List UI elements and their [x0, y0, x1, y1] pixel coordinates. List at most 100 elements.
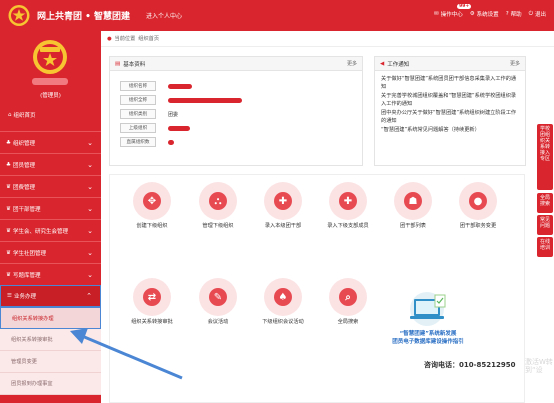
- chevron-down-icon: ⌄: [87, 182, 93, 191]
- fn-cadre-list[interactable]: ☗ 团干部列表: [381, 182, 445, 230]
- info-row: 组织全称: [120, 93, 362, 107]
- org-icon: ♣: [6, 139, 11, 146]
- info-row: 上级组织: [120, 121, 362, 135]
- basic-info-more-link[interactable]: 更多: [347, 60, 357, 67]
- sidebar-item-fee-management[interactable]: ♛ 团费管理 ⌄: [0, 175, 101, 197]
- business-submenu: 组织关系转接办理 组织关系转接审批 管理员变更 团员报到办理事宜: [0, 307, 101, 395]
- notice-list: 关于做好“智慧团建”系统团员团干部信息采集录入工作的通知 关于完善学校城团组织覆…: [375, 71, 525, 139]
- breadcrumb: ● 当前位置 组织首页: [101, 31, 554, 47]
- sidebar: (管理员) ⌂ 组织首页 ♣ 组织管理 ⌄ ♣ 团员管理 ⌄ ♛ 团费管理 ⌄ ♛ 团干…: [0, 31, 101, 403]
- info-row: 组织名称: [120, 79, 362, 93]
- sidebar-home-link[interactable]: ⌂ 组织首页: [8, 111, 36, 119]
- header-actions: ✉ 操作中心 99+ ⚙ 系统设置 ? 帮助 ⏻ 退出: [434, 4, 546, 19]
- info-row: 组织类别 团委: [120, 107, 362, 121]
- user-role: (管理员): [40, 93, 61, 99]
- notice-panel: ◀ 工作通知 更多 关于做好“智慧团建”系统团员团干部信息采集录入工作的通知 关…: [374, 56, 526, 166]
- settings-button[interactable]: ⚙ 系统设置: [470, 10, 499, 18]
- info-row: 直属组织数: [120, 135, 362, 149]
- sidebar-profile: (管理员) ⌂ 组织首页: [0, 31, 101, 131]
- fee-icon: ♛: [6, 183, 11, 190]
- sitemap-icon: ⛬: [209, 192, 227, 210]
- notification-badge: 99+: [457, 4, 472, 9]
- submenu-member-report[interactable]: 团员报到办理事宜: [0, 373, 101, 395]
- fn-enter-cadre[interactable]: ✚ 录入本级团干部: [251, 182, 315, 230]
- chevron-down-icon: ⌄: [87, 138, 93, 147]
- speaker-icon: ◀: [380, 60, 385, 67]
- redacted-value: [168, 125, 190, 131]
- app-title: 网上共青团 • 智慧团建: [37, 12, 131, 22]
- bank-icon: ♛: [6, 271, 11, 278]
- help-button[interactable]: ? 帮助: [506, 10, 522, 18]
- fn-enter-branch-member[interactable]: ✚ 录入下级支部成员: [316, 182, 380, 230]
- member-icon: ♣: [6, 161, 11, 168]
- tree-icon: ♠: [274, 288, 292, 306]
- float-tab-transfer-zone[interactable]: 学校团组织关系转接入专区: [537, 124, 553, 190]
- chevron-up-icon: ⌃: [86, 292, 92, 300]
- plus-square-icon: ✚: [339, 192, 357, 210]
- sidebar-item-member-management[interactable]: ♣ 团员管理 ⌄: [0, 153, 101, 175]
- chevron-down-icon: ⌄: [87, 160, 93, 169]
- submenu-transfer-approval[interactable]: 组织关系转接审批: [0, 329, 101, 351]
- redacted-value: [168, 83, 192, 89]
- power-icon: ⏻: [528, 10, 533, 17]
- basic-info-panel: ▤ 基本资料 更多 组织名称 组织全称 组织类别 团委 上级组织 直属组织数: [109, 56, 363, 166]
- top-bar: 网上共青团 • 智慧团建 进入个人中心 ✉ 操作中心 99+ ⚙ 系统设置 ? …: [0, 0, 554, 31]
- home-icon: ⌂: [8, 112, 12, 118]
- club-icon: ♛: [6, 249, 11, 256]
- redacted-org-name: [32, 78, 68, 85]
- users-icon: ☗: [404, 192, 422, 210]
- league-emblem-icon: [8, 5, 30, 26]
- action-center-button[interactable]: ✉ 操作中心 99+: [434, 4, 472, 18]
- fn-meetings[interactable]: ✎ 会议活动: [186, 278, 250, 326]
- fn-create-sub-org[interactable]: ✥ 创建下级组织: [120, 182, 184, 230]
- sidebar-item-club-management[interactable]: ♛ 学生社团管理 ⌄: [0, 241, 101, 263]
- envelope-icon: ✉: [434, 11, 439, 17]
- fn-transfer-approval[interactable]: ⇄ 组织关系转接审批: [120, 278, 184, 326]
- float-tab-global-search[interactable]: 全局搜索: [537, 193, 553, 213]
- retweet-icon: ⇄: [143, 288, 161, 306]
- gear-icon: ⚙: [469, 11, 475, 17]
- chevron-down-icon: ⌄: [87, 204, 93, 213]
- chevron-down-icon: ⌄: [87, 270, 93, 279]
- cadre-icon: ♛: [6, 205, 11, 212]
- sidebar-item-question-bank[interactable]: ♛ 写题库管理 ⌄: [0, 263, 101, 285]
- move-icon: ✥: [143, 192, 161, 210]
- redacted-value: [168, 139, 174, 145]
- submenu-transfer-handling[interactable]: 组织关系转接办理: [0, 307, 101, 329]
- fn-cadre-duty-change[interactable]: ● 团干部职务变更: [446, 182, 510, 230]
- sidebar-item-org-management[interactable]: ♣ 组织管理 ⌄: [0, 131, 101, 153]
- fn-sub-org-meetings[interactable]: ♠ 下级组织会议活动: [251, 278, 315, 326]
- logout-button[interactable]: ⏻ 退出: [528, 10, 546, 19]
- notice-more-link[interactable]: 更多: [510, 60, 520, 67]
- sidebar-item-business[interactable]: ☰ 业务办理 ⌃: [0, 285, 101, 307]
- edit-icon: ✎: [209, 288, 227, 306]
- submenu-admin-change[interactable]: 管理员变更: [0, 351, 101, 373]
- guide-promo[interactable]: “智慧团建”系统新发展 团员电子数据库建设操作指引: [372, 291, 484, 353]
- chevron-down-icon: ⌄: [87, 226, 93, 235]
- location-pin-icon: ●: [107, 35, 112, 42]
- notice-header: ◀ 工作通知 更多: [375, 57, 525, 71]
- chevron-down-icon: ⌄: [87, 248, 93, 257]
- notice-item[interactable]: 关于做好“智慧团建”系统团员团干部信息采集录入工作的通知: [381, 75, 519, 91]
- league-emblem-icon: [33, 40, 67, 74]
- list-icon: ☰: [7, 293, 12, 299]
- float-tab-training[interactable]: 在线培训: [537, 237, 553, 257]
- card-icon: ▤: [115, 60, 121, 67]
- basic-info-header: ▤ 基本资料 更多: [110, 57, 362, 71]
- redacted-value: [168, 97, 242, 103]
- sidebar-item-student-union[interactable]: ♛ 学生会、研究生会管理 ⌄: [0, 219, 101, 241]
- notice-item[interactable]: “智慧团建”系统常见问题解答（持续更新）: [381, 126, 519, 134]
- fn-manage-sub-org[interactable]: ⛬ 管理下级组织: [186, 182, 250, 230]
- search-icon: ⌕: [339, 288, 357, 306]
- notice-item[interactable]: 关于完善学校城团组织覆盖和“智慧团建”系统学校团组织录入工作的通知: [381, 92, 519, 108]
- org-type-value: 团委: [168, 111, 179, 118]
- float-tab-faq[interactable]: 常见问题: [537, 215, 553, 235]
- fn-global-search[interactable]: ⌕ 全局搜索: [316, 278, 380, 326]
- notice-item[interactable]: 团中央办公厅关于做好“智慧团建”系统组织树建立阶段工作的通知: [381, 109, 519, 125]
- student-icon: ♛: [6, 227, 11, 234]
- sidebar-item-cadre-management[interactable]: ♛ 团干部管理 ⌄: [0, 197, 101, 219]
- personal-center-link[interactable]: 进入个人中心: [146, 11, 182, 20]
- user-icon: ●: [469, 192, 487, 210]
- help-icon: ?: [505, 11, 509, 17]
- activation-watermark: 激活W转到“设: [525, 358, 553, 374]
